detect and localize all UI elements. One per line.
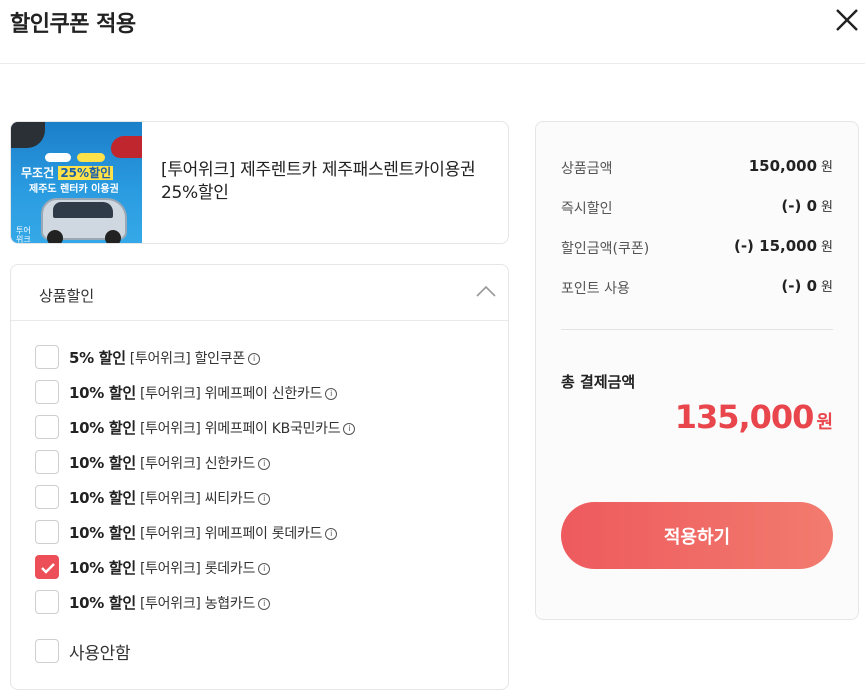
coupon-option[interactable]: 10% 할인 [투어위크] 신한카드 i [35, 450, 505, 476]
modal-header: 할인쿠폰 적용 [0, 0, 865, 64]
coupon-name: [투어위크] 위메프페이 KB국민카드 [139, 421, 341, 437]
coupon-name: [투어위크] 위메프페이 롯데카드 [139, 526, 323, 542]
total-label: 총 결제금액 [561, 373, 636, 391]
info-icon[interactable]: i [343, 423, 356, 435]
coupon-option[interactable]: 10% 할인 [투어위크] 씨티카드 i [35, 485, 505, 511]
coupon-discount-pct: 10% 할인 [69, 594, 136, 612]
summary-value: 150,000 원 [748, 157, 833, 175]
coupon-name: [투어위크] 신한카드 [139, 456, 256, 472]
info-icon[interactable]: i [258, 458, 271, 470]
chevron-up-icon[interactable] [475, 283, 497, 299]
checkbox[interactable] [35, 380, 59, 404]
coupon-option[interactable]: 10% 할인 [투어위크] 위메프페이 롯데카드 i [35, 520, 505, 546]
info-icon[interactable]: i [325, 528, 338, 540]
summary-label: 즉시할인 [561, 201, 613, 217]
summary-row: 즉시할인 (-) 0원 [561, 197, 833, 218]
checkbox[interactable] [35, 520, 59, 544]
coupon-option-label: 5% 할인 [투어위크] 할인쿠폰 i [69, 347, 260, 368]
coupon-option[interactable]: 10% 할인 [투어위크] 위메프페이 신한카드 i [35, 380, 505, 406]
checkbox[interactable] [35, 450, 59, 474]
product-card: 무조건 25%할인 제주도 렌터카 이용권 투어위크 [투어위크] 제주렌트카 … [10, 121, 509, 244]
summary-value: (-) 0원 [781, 277, 833, 295]
coupon-option[interactable]: 10% 할인 [투어위크] 농협카드 i [35, 590, 505, 616]
product-title: [투어위크] 제주렌트카 제주패스렌트카이용권 25%할인 [161, 160, 476, 203]
coupon-option-label: 10% 할인 [투어위크] 신한카드 i [69, 452, 271, 473]
coupon-option-label: 10% 할인 [투어위크] 농협카드 i [69, 592, 271, 613]
checkbox[interactable] [35, 415, 59, 439]
close-icon[interactable] [831, 4, 863, 36]
info-icon[interactable]: i [247, 353, 260, 365]
summary-value: (-) 0원 [781, 197, 833, 215]
checkbox[interactable] [35, 639, 59, 663]
coupon-option-none[interactable]: 사용안함 [35, 639, 505, 665]
checkbox[interactable] [35, 485, 59, 509]
summary-label: 포인트 사용 [561, 281, 630, 297]
check-icon [41, 563, 55, 574]
checkbox-checked[interactable] [35, 555, 59, 579]
info-icon[interactable]: i [258, 563, 271, 575]
divider [561, 329, 833, 330]
coupon-discount-pct: 10% 할인 [69, 489, 136, 507]
summary-row: 할인금액(쿠폰) (-) 15,000 원 [561, 237, 833, 258]
coupon-option[interactable]: 10% 할인 [투어위크] 위메프페이 KB국민카드 i [35, 415, 505, 441]
coupon-name: [투어위크] 농협카드 [139, 596, 256, 612]
coupon-discount-pct: 10% 할인 [69, 454, 136, 472]
total-amount: 135,000 원 [674, 398, 833, 436]
summary-label: 상품금액 [561, 161, 613, 177]
coupon-name: [투어위크] 할인쿠폰 [129, 351, 245, 367]
summary-row: 포인트 사용 (-) 0원 [561, 277, 833, 298]
coupon-discount-pct: 10% 할인 [69, 384, 136, 402]
coupon-discount-pct: 10% 할인 [69, 524, 136, 542]
brand-logo: 투어위크 [16, 226, 31, 244]
coupon-name: [투어위크] 씨티카드 [139, 491, 256, 507]
info-icon[interactable]: i [325, 388, 338, 400]
checkbox[interactable] [35, 345, 59, 369]
coupon-discount-pct: 10% 할인 [69, 419, 136, 437]
summary-value: (-) 15,000 원 [733, 237, 833, 255]
summary-label: 할인금액(쿠폰) [561, 241, 650, 257]
payment-summary: 상품금액 150,000 원 즉시할인 (-) 0 원 할인금액(쿠폰) (-) 15,00… [535, 121, 859, 620]
coupon-option[interactable]: 10% 할인 [투어위크] 롯데카드 i [35, 555, 505, 581]
coupon-name: [투어위크] 위메프페이 신한카드 [139, 386, 323, 402]
coupon-section-label: 상품할인 [39, 287, 95, 305]
coupon-option-label: 10% 할인 [투어위크] 위메프페이 KB국민카드 i [69, 417, 356, 438]
coupon-option-label: 10% 할인 [투어위크] 롯데카드 i [69, 557, 271, 578]
modal-title: 할인쿠폰 적용 [10, 12, 136, 37]
coupon-section-header[interactable]: 상품할인 [11, 265, 508, 321]
info-icon[interactable]: i [258, 598, 271, 610]
info-icon[interactable]: i [258, 493, 271, 505]
coupon-option-label: 10% 할인 [투어위크] 위메프페이 롯데카드 i [69, 522, 338, 543]
summary-row: 상품금액 150,000 원 [561, 157, 833, 178]
coupon-none-label: 사용안함 [69, 644, 131, 664]
apply-button[interactable]: 적용하기 [561, 502, 833, 569]
product-thumbnail: 무조건 25%할인 제주도 렌터카 이용권 투어위크 [11, 122, 142, 244]
checkbox[interactable] [35, 590, 59, 614]
coupon-option[interactable]: 5% 할인 [투어위크] 할인쿠폰 i [35, 345, 505, 371]
coupon-discount-pct: 5% 할인 [69, 349, 126, 367]
coupon-discount-pct: 10% 할인 [69, 559, 136, 577]
coupon-panel: 상품할인 5% 할인 [투어위크] 할인쿠폰 i 10% 할인 [투어위크] 위메프페이… [10, 264, 509, 690]
coupon-option-label: 10% 할인 [투어위크] 씨티카드 i [69, 487, 271, 508]
coupon-name: [투어위크] 롯데카드 [139, 561, 256, 577]
coupon-option-label: 10% 할인 [투어위크] 위메프페이 신한카드 i [69, 382, 338, 403]
